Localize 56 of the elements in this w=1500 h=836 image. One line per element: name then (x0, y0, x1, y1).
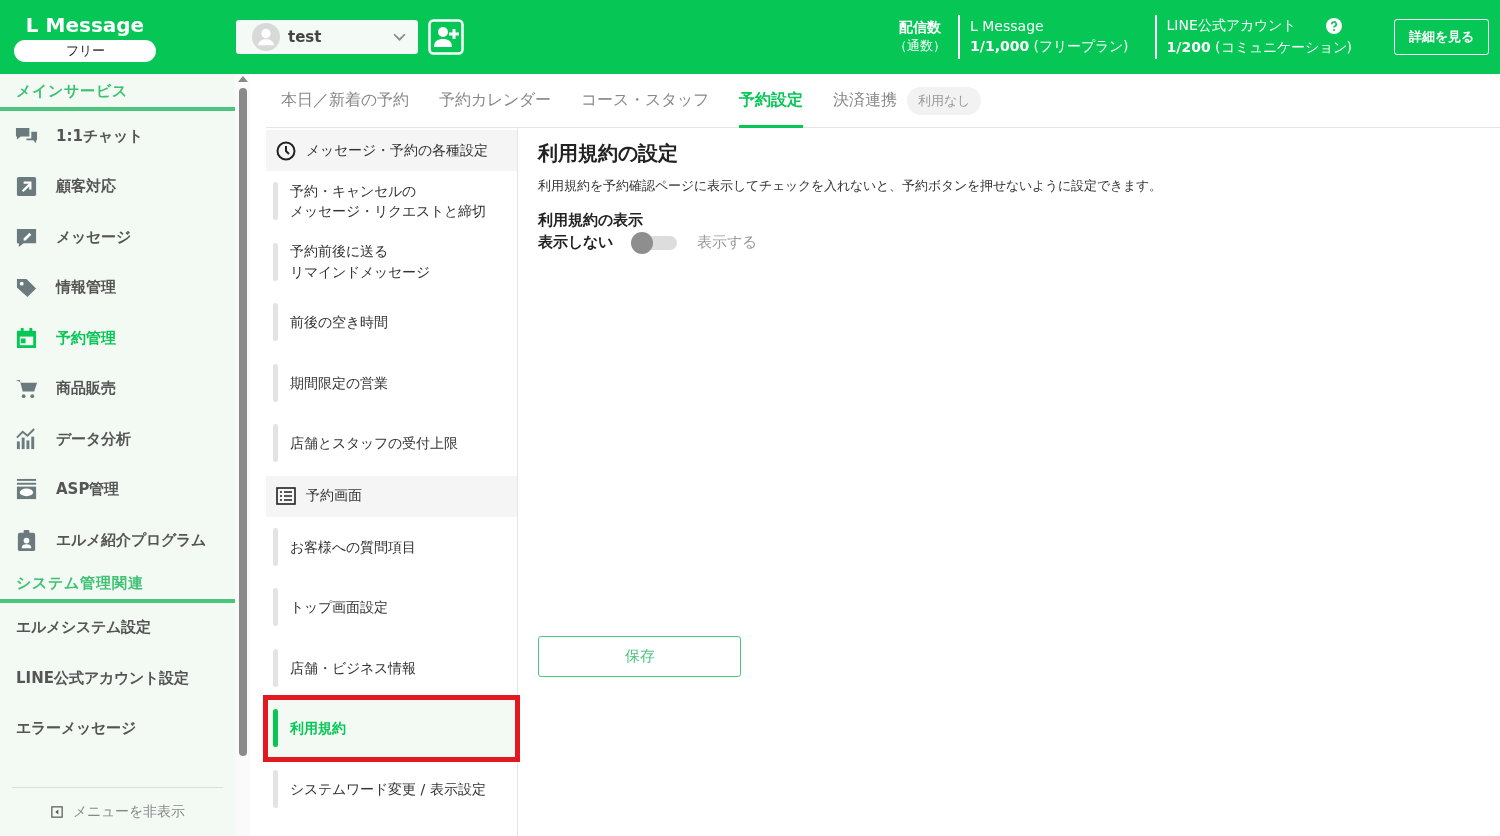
tab[interactable]: コース・スタッフ (581, 73, 709, 128)
tab[interactable]: 決済連携 (833, 73, 897, 128)
settings-nav-item[interactable]: トップ画面設定 (266, 577, 517, 638)
quota-title: LINE公式アカウント (1166, 17, 1296, 35)
sidebar-item[interactable]: エラーメッセージ (0, 703, 235, 754)
tag-icon (15, 276, 38, 300)
group-heading: メッセージ・予約の各種設定 (266, 130, 517, 171)
logo: L Message (25, 12, 145, 37)
clock-icon (276, 140, 296, 161)
settings-nav-item[interactable]: 予約・キャンセルの メッセージ・リクエストと締切 (266, 171, 517, 232)
tab[interactable]: 予約カレンダー (439, 73, 551, 128)
description: 利用規約を予約確認ページに表示してチェックを入れないと、予約ボタンを押せないように設定できます。 (538, 177, 1163, 195)
group-heading: 予約画面 (266, 475, 517, 517)
status-badge: 利用なし (907, 86, 981, 115)
sidebar-item[interactable]: 情報管理 (0, 262, 235, 313)
page-title: 利用規約の設定 (538, 140, 679, 167)
field-label: 利用規約の表示 (538, 211, 644, 230)
account-select[interactable]: test (236, 20, 418, 54)
off-label: 表示しない (538, 233, 613, 252)
sidebar-item[interactable]: エルメシステム設定 (0, 602, 235, 653)
calendar-icon (15, 326, 38, 350)
help-icon[interactable] (1325, 18, 1342, 34)
list-icon (276, 486, 296, 506)
plan-label: フリー (14, 39, 156, 62)
quota-value: 1/200 (コミュニケーション) (1166, 39, 1352, 57)
sidebar-item[interactable]: 1:1チャット (0, 111, 235, 162)
collapse-icon (50, 806, 63, 818)
sidebar-item[interactable]: LINE公式アカウント設定 (0, 653, 235, 704)
chevron-down-icon (393, 32, 406, 42)
avatar-icon (252, 23, 280, 51)
sidebar-item[interactable]: メッセージ (0, 212, 235, 263)
sidebar-item[interactable]: データ分析 (0, 414, 235, 465)
settings-nav-item[interactable]: システムワード変更 / 表示設定 (266, 758, 517, 819)
stats-sublabel: （通数） (894, 37, 947, 55)
chart-icon (15, 427, 38, 451)
sidebar-item[interactable]: 商品販売 (0, 363, 235, 414)
sidebar-item[interactable]: ASP管理 (0, 464, 235, 515)
badge-icon (15, 528, 38, 552)
quota-value: 1/1,000 (フリープラン) (970, 38, 1129, 56)
settings-nav-item[interactable]: 予約前後に送る リマインドメッセージ (266, 231, 517, 292)
settings-nav-item[interactable]: お客様への質問項目 (266, 516, 517, 577)
on-label: 表示する (697, 233, 757, 252)
settings-nav-item[interactable]: 期間限定の営業 (266, 352, 517, 413)
scrollbar[interactable] (235, 74, 250, 836)
hide-menu-button[interactable]: メニューを非表示 (12, 787, 223, 836)
settings-nav-item[interactable]: 前後の空き時間 (266, 292, 517, 353)
quota-title: L Message (970, 18, 1044, 34)
sidebar-item[interactable]: 顧客対応 (0, 161, 235, 212)
box-icon (15, 478, 38, 502)
add-user-icon[interactable] (428, 19, 464, 55)
cart-icon (15, 377, 38, 401)
settings-nav-item[interactable]: 店舗・ビジネス情報 (266, 637, 517, 698)
stats-label: 配信数 (899, 19, 942, 37)
sidebar-item[interactable]: エルメ紹介プログラム (0, 515, 235, 566)
tab[interactable]: 本日／新着の予約 (281, 73, 409, 128)
settings-nav-item[interactable]: 店舗とスタッフの受付上限 (266, 413, 517, 474)
